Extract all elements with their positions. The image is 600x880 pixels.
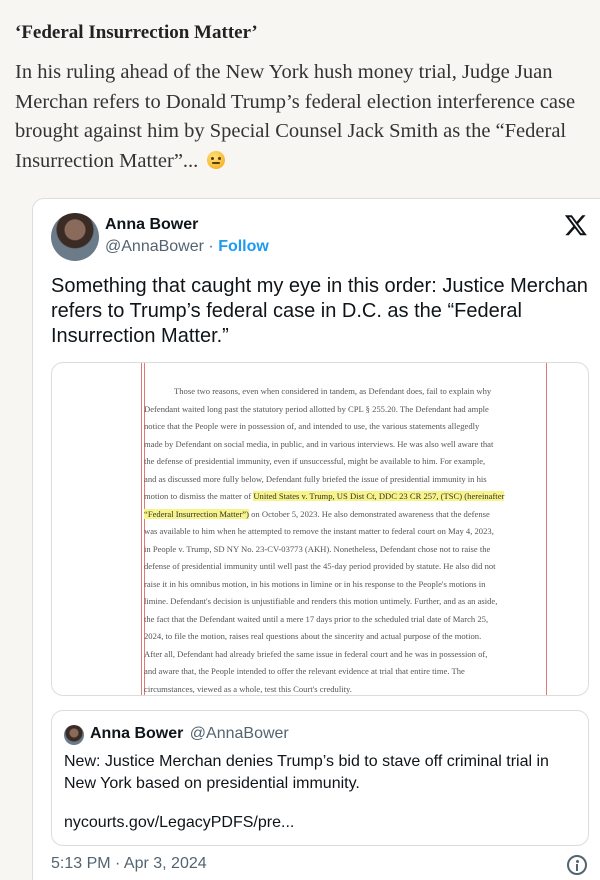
highlighted-text: United States v. Trump, US Dist Ct, DDC … — [253, 491, 505, 501]
tweet-text: Something that caught my eye in this ord… — [51, 275, 588, 347]
document-line: raise it in his omnibus motion, in his m… — [144, 578, 486, 589]
document-line-text: on October 5, 2023. He also demonstrated… — [248, 508, 490, 519]
info-icon[interactable] — [567, 855, 587, 875]
document-line: defense of presidential immunity until w… — [144, 561, 496, 571]
margin-line — [141, 363, 142, 695]
quote-author-handle[interactable]: @AnnaBower — [190, 725, 289, 742]
article-body-line-text: Insurrection Matter”... — [15, 149, 199, 172]
article-body-line: Merchan refers to Donald Trump’s federal… — [15, 90, 576, 113]
quote-author-name[interactable]: Anna Bower — [90, 725, 183, 742]
x-logo-icon[interactable] — [564, 213, 588, 237]
article-body-line: In his ruling ahead of the New York hush… — [15, 61, 553, 83]
author-handle[interactable]: @AnnaBower — [105, 238, 204, 255]
author-name[interactable]: Anna Bower — [105, 216, 198, 234]
document-line: After all, Defendant had already briefed… — [144, 648, 488, 659]
document-line: Defendant waited long past the statutory… — [144, 403, 489, 414]
document-line-text: motion to dismiss the matter of — [144, 491, 254, 501]
document-line: the defense of presidential immunity, ev… — [144, 456, 486, 466]
document-line: the fact that the Defendant waited until… — [144, 613, 489, 624]
quoted-tweet[interactable]: Anna Bower @AnnaBower New: Justice Merch… — [51, 710, 589, 846]
document-line: limine. Defendant's decision is unjustif… — [144, 596, 498, 606]
quote-text: New: Justice Merchan denies Trump’s bid … — [64, 753, 549, 792]
quote-link[interactable]: nycourts.gov/LegacyPDFS/pre... — [64, 814, 294, 832]
document-line: “Federal Insurrection Matter”) on Octobe… — [144, 506, 542, 524]
document-line: in People v. Trump, SD NY No. 23-CV-0377… — [144, 543, 491, 554]
follow-button[interactable]: Follow — [218, 238, 269, 255]
article-body: In his ruling ahead of the New York hush… — [15, 58, 600, 176]
embedded-tweet[interactable]: Anna Bower @AnnaBower · Follow Something… — [32, 198, 600, 880]
document-line: circumstances, viewed as a whole, test t… — [144, 683, 352, 694]
article-body-line: Insurrection Matter”... — [15, 147, 600, 177]
document-line: 2024, to file the motion, raises real qu… — [144, 631, 482, 641]
highlighted-text: “Federal Insurrection Matter”) — [144, 508, 249, 519]
document-line: and as discussed more fully below, Defen… — [144, 473, 487, 484]
tweet-timestamp[interactable]: 5:13 PM · Apr 3, 2024 — [51, 855, 207, 873]
tweet-image-document[interactable]: Those two reasons, even when considered … — [51, 362, 589, 696]
avatar[interactable] — [64, 725, 84, 745]
document-line: made by Defendant on social media, in pu… — [144, 438, 494, 449]
document-line: and aware that, the People intended to o… — [144, 666, 465, 676]
article-body-line: brought against him by Special Counsel J… — [15, 120, 567, 142]
thinking-face-icon — [207, 150, 226, 169]
article-heading: ‘Federal Insurrection Matter’ — [15, 22, 258, 43]
margin-line — [546, 363, 547, 695]
quote-author: Anna Bower @AnnaBower — [90, 725, 289, 743]
document-text: Those two reasons, even when considered … — [144, 383, 542, 695]
document-line: was available to him when he attempted t… — [144, 526, 494, 536]
document-line: motion to dismiss the matter of United S… — [144, 488, 542, 506]
separator: · — [203, 238, 219, 255]
author-handle-row: @AnnaBower · Follow — [105, 238, 269, 256]
document-line: notice that the People were in possessio… — [144, 421, 480, 431]
document-line: Those two reasons, even when considered … — [174, 386, 492, 396]
avatar[interactable] — [51, 213, 99, 261]
